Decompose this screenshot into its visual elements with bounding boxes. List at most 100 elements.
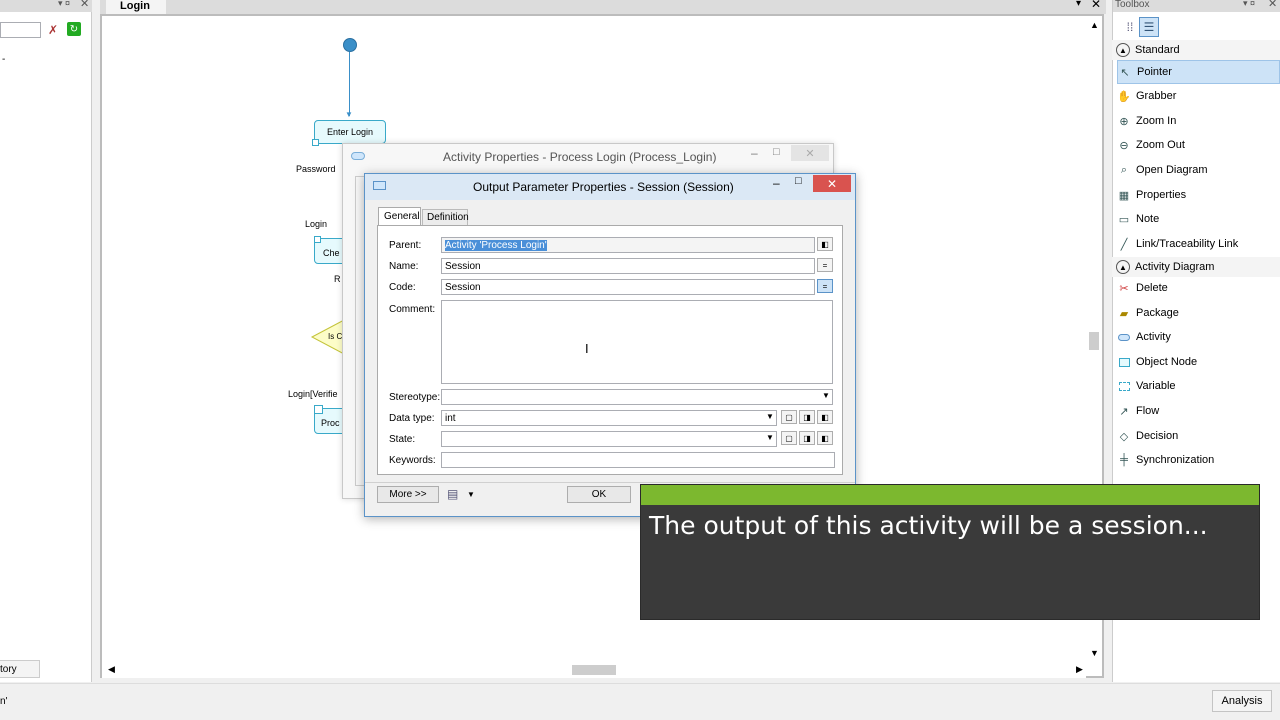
state-select[interactable] (441, 431, 777, 447)
code-label: Code: (389, 282, 416, 293)
node-handle[interactable] (312, 139, 319, 146)
node-handle[interactable] (314, 405, 323, 414)
toolbox-item-label: Note (1136, 213, 1160, 225)
chevron-down-icon[interactable]: ▼ (822, 391, 830, 400)
scroll-down-icon[interactable]: ▼ (1090, 648, 1099, 658)
toolbox-item-pointer[interactable]: ↖ Pointer (1117, 60, 1280, 84)
chevron-down-icon[interactable]: ▼ (467, 490, 475, 499)
code-equals-button[interactable]: = (817, 279, 833, 293)
status-bar: n' Analysis (0, 683, 1280, 720)
dialog-footer-divider (365, 482, 855, 483)
toolbox-item-activity[interactable]: Activity (1117, 325, 1280, 349)
node-handle[interactable] (314, 236, 321, 243)
toolbox-item-delete[interactable]: ✂ Delete (1117, 276, 1280, 300)
note-icon: ▭ (1118, 213, 1130, 226)
state-new-button[interactable]: ▢ (781, 431, 797, 445)
toolbox-item-open-diagram[interactable]: ⌕ Open Diagram (1117, 158, 1280, 182)
stereotype-select[interactable] (441, 389, 833, 405)
state-properties-button[interactable]: ◧ (817, 431, 833, 445)
output-parameter-icon (373, 181, 386, 190)
text-cursor-icon: I (585, 341, 589, 356)
minimize-icon[interactable]: – (773, 176, 780, 190)
toolbox-item-package[interactable]: ▰ Package (1117, 301, 1280, 325)
toolbox-item-flow[interactable]: ↗ Flow (1117, 399, 1280, 423)
chevron-down-icon[interactable]: ▼ (766, 433, 774, 442)
minimize-icon[interactable]: – (751, 146, 758, 160)
state-browse-button[interactable]: ◨ (799, 431, 815, 445)
toolbox-item-grabber[interactable]: ✋ Grabber (1117, 84, 1280, 108)
printer-icon[interactable]: ▤ (447, 487, 458, 501)
toolbox-item-zoom-out[interactable]: ⊖ Zoom Out (1117, 133, 1280, 157)
data-type-browse-button[interactable]: ◨ (799, 410, 815, 424)
grid-view-icon[interactable]: ⁞⁞ (1121, 18, 1139, 36)
maximize-icon[interactable]: □ (795, 175, 802, 187)
pin-icon[interactable]: ▾ ¤ (58, 0, 70, 9)
keywords-field[interactable] (441, 452, 835, 468)
tab-general[interactable]: General (378, 207, 421, 225)
more-button[interactable]: More >> (377, 486, 439, 503)
vertical-scroll-thumb[interactable] (1089, 332, 1099, 350)
caption-accent-bar (641, 485, 1259, 505)
tree-item[interactable]: - (2, 54, 5, 65)
left-search-input[interactable] (0, 22, 41, 38)
toolbox-item-label: Open Diagram (1136, 164, 1208, 176)
toolbox-item-synchronization[interactable]: ╪ Synchronization (1117, 448, 1280, 472)
enter-login-node[interactable]: Enter Login (314, 120, 386, 144)
pin-icon[interactable]: ▾ ¤ (1243, 0, 1255, 9)
data-type-new-button[interactable]: ▢ (781, 410, 797, 424)
horizontal-scrollbar[interactable]: ◀ ▶ (102, 662, 1086, 678)
tab-close-icon[interactable]: ✕ (1091, 0, 1101, 11)
flow-line[interactable] (349, 52, 350, 116)
collapse-icon[interactable]: ▲ (1116, 260, 1130, 274)
chevron-down-icon[interactable]: ▼ (766, 412, 774, 421)
refresh-icon[interactable]: ↻ (67, 22, 81, 36)
output-parameter-dialog[interactable]: Output Parameter Properties - Session (S… (364, 173, 856, 517)
toolbox-item-label: Package (1136, 307, 1179, 319)
maximize-icon[interactable]: □ (773, 146, 780, 158)
toolbox-item-label: Link/Traceability Link (1136, 238, 1239, 250)
analysis-button[interactable]: Analysis (1212, 690, 1272, 712)
decision-label: Is C (328, 332, 343, 341)
initial-node[interactable] (343, 38, 357, 52)
close-button[interactable]: ✕ (813, 175, 851, 192)
state-label: State: (389, 434, 416, 445)
toolbox-item-zoom-in[interactable]: ⊕ Zoom In (1117, 109, 1280, 133)
toolbox-section-standard[interactable]: ▲ Standard (1112, 40, 1280, 60)
close-icon[interactable]: ✕ (1268, 0, 1277, 10)
diagram-tab[interactable]: Login (106, 0, 166, 14)
toolbox-section-activity-diagram[interactable]: ▲ Activity Diagram (1112, 257, 1280, 277)
toolbox-item-note[interactable]: ▭ Note (1117, 207, 1280, 231)
toolbox-item-label: Activity (1136, 331, 1171, 343)
name-field[interactable]: Session (441, 258, 815, 274)
scroll-up-icon[interactable]: ▲ (1090, 20, 1099, 30)
toolbox-item-object-node[interactable]: Object Node (1117, 350, 1280, 374)
password-label: Password (296, 164, 336, 174)
code-field[interactable]: Session (441, 279, 815, 295)
toolbox-item-decision[interactable]: ◇ Decision (1117, 424, 1280, 448)
collapse-icon[interactable]: ▲ (1116, 43, 1130, 57)
tab-definition[interactable]: Definition (422, 209, 469, 225)
delete-icon: ✂ (1119, 282, 1129, 295)
list-view-icon[interactable]: ☰ (1139, 17, 1159, 37)
data-type-select[interactable]: int (441, 410, 777, 426)
scroll-right-icon[interactable]: ▶ (1076, 664, 1083, 675)
close-button[interactable]: ✕ (791, 145, 829, 161)
scroll-left-icon[interactable]: ◀ (108, 664, 115, 675)
close-icon[interactable]: ✕ (80, 0, 89, 10)
horizontal-scroll-thumb[interactable] (572, 665, 616, 675)
parent-field[interactable]: Activity 'Process Login' (441, 237, 815, 253)
comment-textarea[interactable] (441, 300, 833, 384)
toolbox-item-label: Pointer (1137, 66, 1172, 78)
filter-icon[interactable]: ✗ (48, 23, 58, 37)
toolbox-item-properties[interactable]: ▦ Properties (1117, 183, 1280, 207)
ok-button[interactable]: OK (567, 486, 631, 503)
toolbox-item-link[interactable]: ╱ Link/Traceability Link (1117, 232, 1280, 256)
tab-menu-icon[interactable]: ▾ (1076, 0, 1081, 9)
synchronization-icon: ╪ (1120, 454, 1128, 466)
parent-properties-button[interactable]: ◧ (817, 237, 833, 251)
left-bottom-tab[interactable]: tory (0, 660, 40, 678)
general-tab-panel: Parent: Activity 'Process Login' ◧ Name:… (377, 225, 843, 475)
toolbox-item-variable[interactable]: Variable (1117, 374, 1280, 398)
name-equals-button[interactable]: = (817, 258, 833, 272)
data-type-properties-button[interactable]: ◧ (817, 410, 833, 424)
